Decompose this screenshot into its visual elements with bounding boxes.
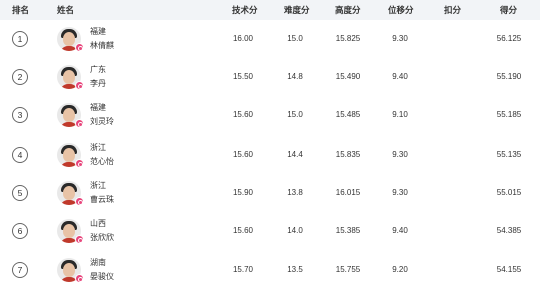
rank-circle: 5	[12, 185, 28, 201]
verified-badge-icon	[75, 43, 84, 52]
table-row[interactable]: 3 福建刘灵玲 15.60 15.0 15.485 9.10 55.185	[0, 96, 540, 134]
verified-badge-icon	[75, 235, 84, 244]
rank-circle: 1	[12, 31, 28, 47]
score-displacement: 9.20	[392, 265, 408, 274]
athlete-name[interactable]: 曹云珠	[90, 195, 114, 205]
header-technique: 技术分	[232, 5, 258, 15]
score-difficulty: 15.0	[287, 110, 303, 119]
header-difficulty: 难度分	[284, 5, 310, 15]
score-technique: 15.60	[232, 110, 254, 119]
verified-badge-icon	[75, 274, 84, 283]
verified-badge-icon	[75, 159, 84, 168]
rank-circle: 6	[12, 223, 28, 239]
athlete-name[interactable]: 林倩麒	[90, 41, 114, 51]
score-height: 15.385	[335, 226, 361, 235]
score-height: 16.015	[335, 188, 361, 197]
score-height: 15.835	[335, 150, 361, 159]
athlete-province: 浙江	[90, 143, 106, 152]
score-difficulty: 14.4	[287, 150, 303, 159]
verified-badge-icon	[75, 119, 84, 128]
table-row[interactable]: 1 福建林倩麒 16.00 15.0 15.825 9.30 56.125	[0, 20, 540, 58]
athlete-name[interactable]: 李丹	[90, 79, 106, 89]
score-technique: 15.60	[232, 226, 254, 235]
athlete-province: 湖南	[90, 258, 106, 267]
score-height: 15.755	[335, 265, 361, 274]
athlete-name[interactable]: 晏骏仪	[90, 272, 114, 282]
score-height: 15.825	[335, 34, 361, 43]
score-total: 55.015	[496, 188, 522, 197]
athlete-name[interactable]: 刘灵玲	[90, 117, 114, 127]
athlete-name[interactable]: 张欣欣	[90, 233, 114, 243]
athlete-province: 福建	[90, 27, 106, 36]
score-height: 15.490	[335, 72, 361, 81]
score-total: 54.385	[496, 226, 522, 235]
table-row[interactable]: 7 湖南晏骏仪 15.70 13.5 15.755 9.20 54.155	[0, 251, 540, 285]
score-displacement: 9.30	[392, 34, 408, 43]
score-difficulty: 14.8	[287, 72, 303, 81]
header-deduction: 扣分	[444, 5, 462, 15]
athlete-province: 广东	[90, 65, 106, 74]
score-displacement: 9.30	[392, 150, 408, 159]
score-total: 55.190	[496, 72, 522, 81]
table-row[interactable]: 6 山西张欣欣 15.60 14.0 15.385 9.40 54.385	[0, 212, 540, 250]
athlete-name[interactable]: 范心怡	[90, 157, 114, 167]
header-total: 得分	[500, 5, 518, 15]
table-row[interactable]: 5 浙江曹云珠 15.90 13.8 16.015 9.30 55.015	[0, 174, 540, 212]
rank-circle: 2	[12, 69, 28, 85]
score-total: 55.185	[496, 110, 522, 119]
score-technique: 15.90	[232, 188, 254, 197]
rank-circle: 4	[12, 147, 28, 163]
score-technique: 15.60	[232, 150, 254, 159]
header-name: 姓名	[57, 5, 75, 15]
score-difficulty: 14.0	[287, 226, 303, 235]
score-technique: 15.50	[232, 72, 254, 81]
rank-circle: 7	[12, 262, 28, 278]
score-height: 15.485	[335, 110, 361, 119]
score-difficulty: 15.0	[287, 34, 303, 43]
verified-badge-icon	[75, 197, 84, 206]
score-technique: 15.70	[232, 265, 254, 274]
score-difficulty: 13.8	[287, 188, 303, 197]
table-header: 排名 姓名 技术分 难度分 高度分 位移分 扣分 得分	[0, 0, 540, 20]
score-displacement: 9.40	[392, 226, 408, 235]
score-difficulty: 13.5	[287, 265, 303, 274]
rank-circle: 3	[12, 107, 28, 123]
table-row[interactable]: 2 广东李丹 15.50 14.8 15.490 9.40 55.190	[0, 58, 540, 96]
score-displacement: 9.10	[392, 110, 408, 119]
athlete-province: 山西	[90, 219, 106, 228]
header-displacement: 位移分	[388, 5, 414, 15]
score-displacement: 9.40	[392, 72, 408, 81]
athlete-province: 浙江	[90, 181, 106, 190]
verified-badge-icon	[75, 81, 84, 90]
score-technique: 16.00	[232, 34, 254, 43]
header-rank: 排名	[12, 5, 30, 15]
score-displacement: 9.30	[392, 188, 408, 197]
table-row[interactable]: 4 浙江范心怡 15.60 14.4 15.835 9.30 55.135	[0, 136, 540, 174]
score-total: 56.125	[496, 34, 522, 43]
header-height: 高度分	[335, 5, 361, 15]
score-total: 54.155	[496, 265, 522, 274]
athlete-province: 福建	[90, 103, 106, 112]
score-total: 55.135	[496, 150, 522, 159]
